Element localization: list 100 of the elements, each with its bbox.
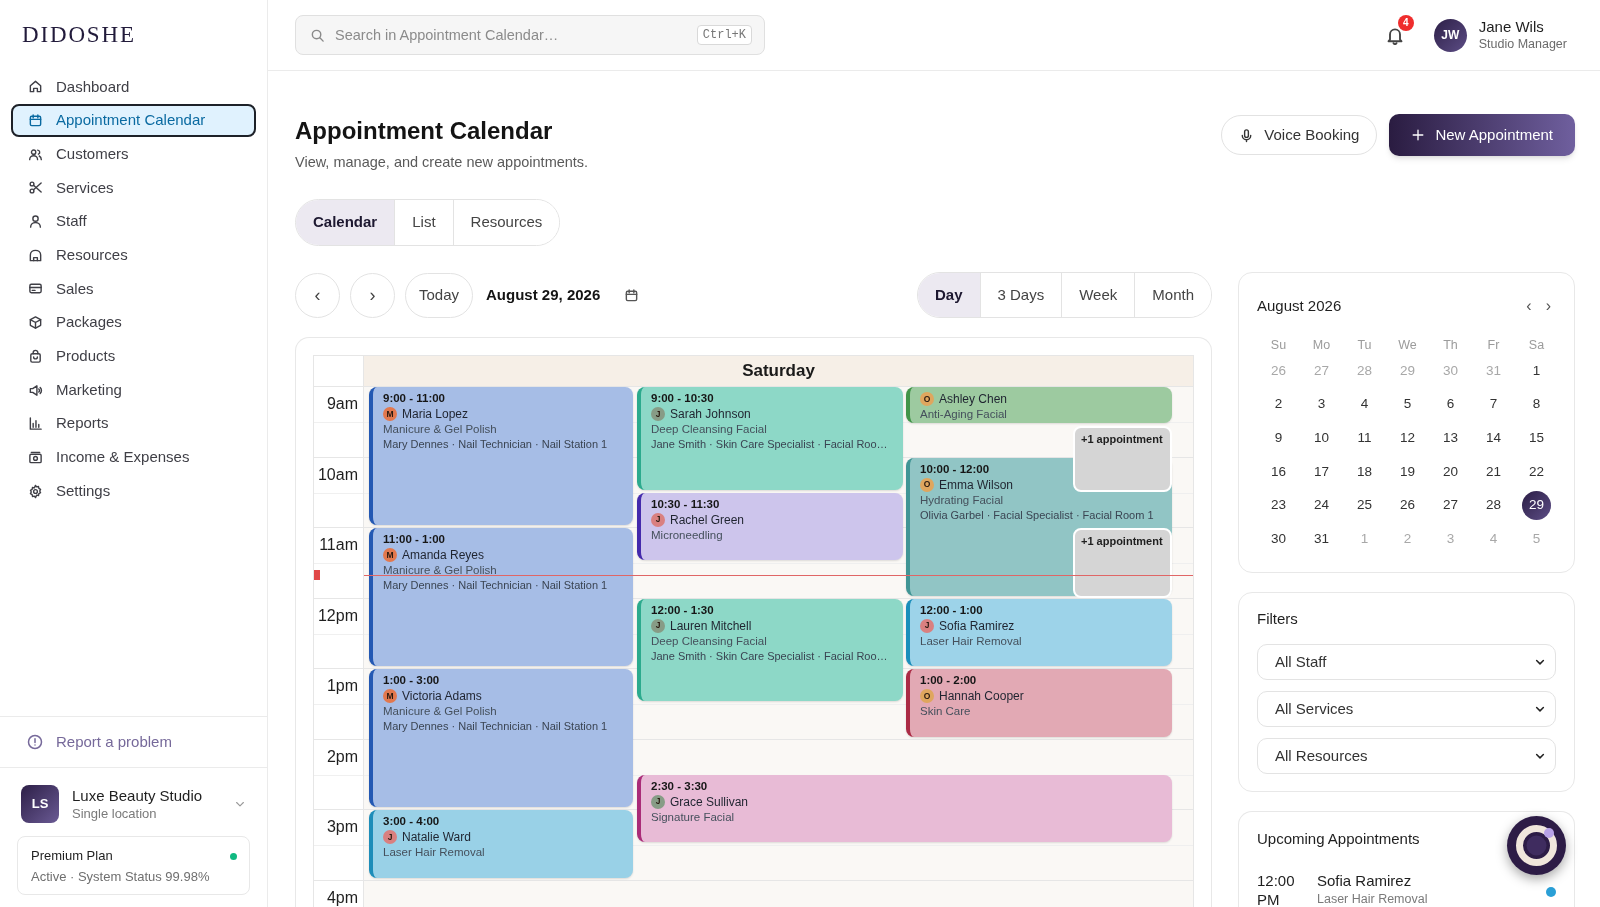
new-appointment-button[interactable]: New Appointment	[1389, 114, 1575, 156]
client-name: Maria Lopez	[402, 407, 469, 421]
view-tab[interactable]: Calendar	[296, 200, 395, 245]
appointment-card[interactable]: 2:30 - 3:30 J Grace Sullivan Signature Facial	[637, 774, 1172, 843]
page-subtitle: View, manage, and create new appointments.	[295, 153, 589, 172]
calendar-day[interactable]: 5	[1393, 390, 1422, 420]
calendar-day[interactable]: 4	[1350, 390, 1379, 420]
calendar-day[interactable]: 2	[1264, 390, 1293, 420]
calendar-day[interactable]: 30	[1264, 524, 1293, 554]
hour-label: 10am	[317, 464, 358, 484]
calendar-day[interactable]: 23	[1264, 491, 1293, 521]
calendar-day[interactable]: 10	[1307, 423, 1336, 453]
sidebar-item[interactable]: Settings	[11, 474, 256, 508]
calendar-day[interactable]: 12	[1393, 423, 1422, 453]
alert-circle-icon	[27, 734, 43, 750]
view-mode-button[interactable]: Month	[1134, 273, 1211, 317]
calendar-day[interactable]: 15	[1522, 423, 1551, 453]
appointment-card[interactable]: 12:00 - 1:00 J Sofia Ramirez Laser Hair Removal	[906, 598, 1172, 666]
filter-dropdown[interactable]: All Staff	[1257, 644, 1556, 681]
appointment-card[interactable]: 9:00 - 10:30 J Sarah Johnson Deep Cleansing Facial Jane Smith · Skin Care Specialist · Facial Roo…	[637, 387, 903, 490]
calendar-day[interactable]: 6	[1436, 390, 1465, 420]
sidebar-item[interactable]: Services	[11, 171, 256, 205]
appointment-card[interactable]: 1:00 - 3:00 M Victoria Adams Manicure & Gel Polish Mary Dennes · Nail Technician · Nail Station 1	[369, 669, 633, 807]
client-name: Victoria Adams	[402, 689, 482, 703]
sidebar-item[interactable]: Resources	[11, 238, 256, 273]
view-tab[interactable]: Resources	[452, 200, 560, 245]
appointment-card[interactable]: 3:00 - 4:00 J Natalie Ward Laser Hair Removal	[369, 810, 633, 878]
calendar-day[interactable]: 17	[1307, 457, 1336, 487]
current-time-marker	[314, 570, 320, 581]
calendar-day[interactable]: 21	[1479, 457, 1508, 487]
calendar-day[interactable]: 9	[1264, 423, 1293, 453]
studio-name: Luxe Beauty Studio	[72, 786, 203, 805]
calendar-day[interactable]: 1	[1522, 356, 1551, 386]
calendar-day[interactable]: 31	[1307, 524, 1336, 554]
client-name: Grace Sullivan	[670, 794, 749, 809]
calendar-day[interactable]: 16	[1264, 457, 1293, 487]
calendar-day[interactable]: 20	[1436, 457, 1465, 487]
appointment-card[interactable]: 9:00 - 11:00 M Maria Lopez Manicure & Gel Polish Mary Dennes · Nail Technician · Nail Station 1	[369, 387, 633, 525]
appointment-card[interactable]: O Ashley Chen Anti-Aging Facial	[906, 387, 1172, 423]
calendar-icon[interactable]	[624, 287, 640, 303]
user-icon	[28, 214, 43, 230]
report-problem-link[interactable]: Report a problem	[27, 730, 172, 754]
appointment-card[interactable]: 12:00 - 1:30 J Lauren Mitchell Deep Cleansing Facial Jane Smith · Skin Care Specialist · Facial Roo…	[637, 598, 903, 702]
filter-dropdown[interactable]: All Resources	[1257, 738, 1556, 775]
next-month-button[interactable]: ›	[1542, 297, 1554, 315]
more-appointments-button[interactable]: +1 appointment	[1073, 425, 1172, 492]
client-avatar: O	[920, 477, 934, 492]
sidebar-item[interactable]: Packages	[11, 305, 256, 340]
calendar-day[interactable]: 14	[1479, 423, 1508, 453]
appointment-card[interactable]: 11:00 - 1:00 M Amanda Reyes Manicure & Gel Polish Mary Dennes · Nail Technician · Nail Station 1	[369, 528, 633, 666]
calendar-icon	[28, 113, 43, 129]
calendar-day[interactable]: 26	[1393, 491, 1422, 521]
client-name: Emma Wilson	[939, 477, 1013, 492]
sidebar-item[interactable]: Customers	[11, 137, 256, 172]
filter-dropdown[interactable]: All Services	[1257, 691, 1556, 728]
calendar-day[interactable]: 25	[1350, 491, 1379, 521]
more-appointments-button[interactable]: +1 appointment	[1073, 528, 1172, 598]
sidebar-item[interactable]: Income & Expenses	[11, 440, 256, 475]
calendar-day[interactable]: 24	[1307, 491, 1336, 521]
staff-details: Olivia Garbel · Facial Specialist · Facial Room 1	[920, 508, 1154, 521]
calendar-day[interactable]: 11	[1350, 423, 1379, 453]
appointment-time: 10:30 - 11:30	[651, 497, 720, 510]
sidebar-item[interactable]: Dashboard	[11, 70, 256, 104]
calendar-day[interactable]: 27	[1436, 491, 1465, 521]
calendar-day[interactable]: 29	[1522, 491, 1551, 521]
client-name: Amanda Reyes	[402, 548, 485, 562]
calendar-day[interactable]: 13	[1436, 423, 1465, 453]
service-name: Signature Facial	[651, 810, 735, 823]
plan-name: Premium Plan	[31, 847, 113, 865]
calendar-day[interactable]: 28	[1479, 491, 1508, 521]
client-avatar: J	[651, 512, 665, 527]
sidebar-item[interactable]: Appointment Calendar	[11, 103, 256, 138]
plan-status: Active · System Status 99.98%	[31, 868, 210, 886]
appointment-card[interactable]: 1:00 - 2:00 O Hannah Cooper Skin Care	[906, 669, 1172, 737]
client-name: Lauren Mitchell	[670, 618, 752, 633]
cash-icon	[28, 449, 43, 465]
sidebar-item[interactable]: Reports	[11, 406, 256, 441]
users-icon	[28, 146, 43, 162]
voice-booking-button[interactable]: Voice Booking	[1221, 115, 1378, 155]
calendar-day[interactable]: 7	[1479, 390, 1508, 420]
sidebar-item[interactable]: Sales	[11, 272, 256, 306]
calendar-day[interactable]: 18	[1350, 457, 1379, 487]
sidebar-item[interactable]: Products	[11, 339, 256, 374]
appointment-time: 12:00 PM	[1257, 871, 1296, 907]
calendar-day[interactable]: 22	[1522, 457, 1551, 487]
search-bar[interactable]: Search in Appointment Calendar… Ctrl+K	[295, 15, 765, 55]
sidebar-item[interactable]: Staff	[11, 204, 256, 239]
appointment-time: 2:30 - 3:30	[651, 779, 708, 792]
previous-month-button[interactable]: ‹	[1523, 297, 1535, 315]
calendar-day[interactable]: 19	[1393, 457, 1422, 487]
sidebar-item[interactable]: Marketing	[11, 373, 256, 407]
client-name: Sofia Ramirez	[939, 618, 1015, 633]
appointment-card[interactable]: 10:30 - 11:30 J Rachel Green Microneedling	[637, 492, 903, 561]
search-field[interactable]: Search in Appointment Calendar…	[335, 23, 697, 47]
calendar-day[interactable]: 3	[1307, 390, 1336, 420]
view-mode-button[interactable]: Day	[918, 273, 980, 317]
studio-avatar: LS	[21, 785, 59, 823]
user-role: Studio Manager	[1478, 36, 1567, 53]
client-avatar: J	[383, 830, 397, 844]
calendar-day[interactable]: 8	[1522, 390, 1551, 420]
